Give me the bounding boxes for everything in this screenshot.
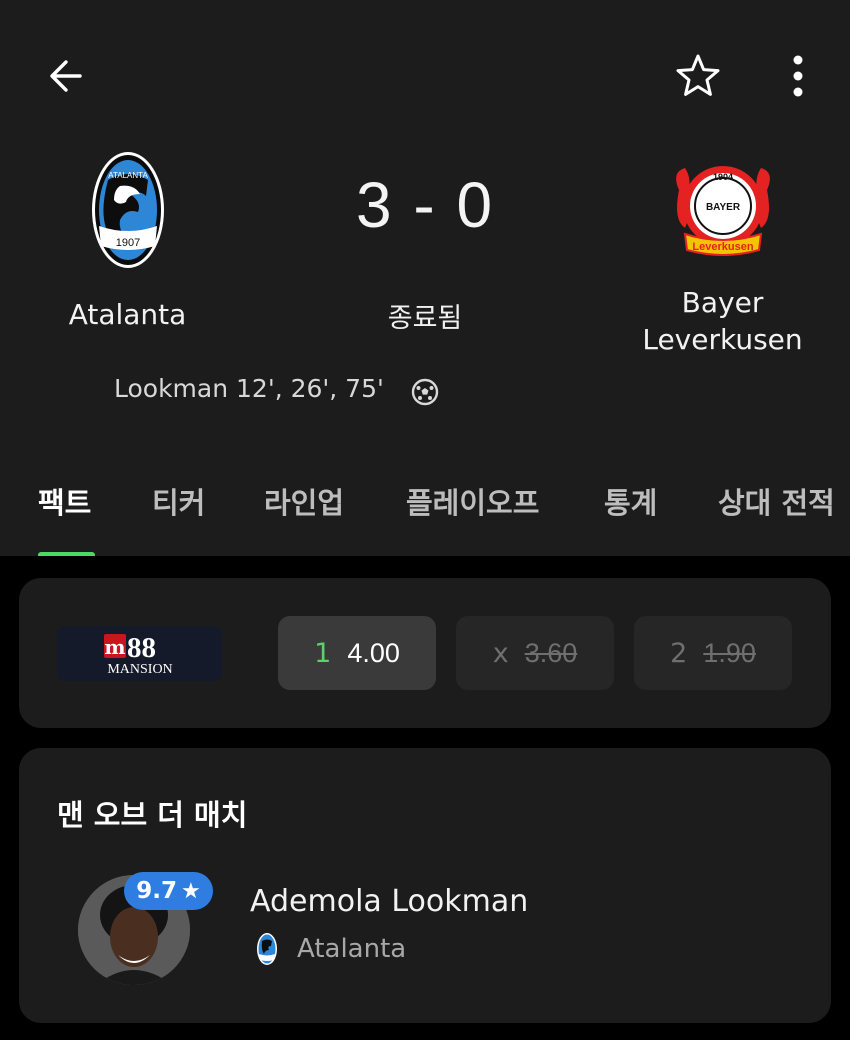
provider-number: 88 — [127, 632, 156, 664]
more-vertical-icon — [793, 55, 803, 97]
more-options-button[interactable] — [772, 50, 824, 102]
atalanta-crest-icon: ATALANTA 1907 — [91, 152, 164, 268]
match-header: ATALANTA 1907 Atalanta 3 - 0 종료됨 1904 BA… — [0, 0, 850, 556]
odds-value: 4.00 — [347, 637, 400, 668]
odds-draw[interactable]: x 3.60 — [456, 616, 614, 690]
leverkusen-crest-icon: 1904 BAYER Leverkusen — [675, 166, 770, 256]
atalanta-crest-name: ATALANTA — [108, 171, 148, 180]
atalanta-small-crest-icon — [257, 933, 277, 965]
match-score: 3 - 0 — [355, 169, 495, 241]
tab-lineup[interactable]: 라인업 — [264, 480, 344, 522]
odds-label: 2 — [670, 637, 688, 669]
star-outline-icon — [676, 54, 720, 96]
odds-away-win[interactable]: 2 1.90 — [634, 616, 792, 690]
player-rating-badge: 9.7 ★ — [124, 872, 213, 910]
back-button[interactable] — [40, 52, 92, 100]
home-team[interactable]: ATALANTA 1907 Atalanta — [30, 150, 225, 333]
tab-ticker[interactable]: 티커 — [152, 480, 205, 522]
man-of-the-match-card[interactable]: 맨 오브 더 매치 9.7 ★ Ademola Lookman Atalanta — [19, 748, 831, 1023]
odds-value: 3.60 — [524, 637, 578, 668]
betting-provider-logo[interactable]: m 88 MANSION — [57, 626, 222, 681]
odds-value: 1.90 — [703, 637, 756, 668]
tab-head-to-head[interactable]: 상대 전적 — [718, 480, 835, 522]
favorite-button[interactable] — [672, 50, 724, 102]
motm-title: 맨 오브 더 매치 — [57, 798, 248, 832]
away-team-name-line2: Leverkusen — [642, 323, 803, 356]
odds-label: x — [492, 637, 509, 669]
active-tab-indicator — [38, 552, 95, 556]
svg-text:m: m — [104, 635, 125, 659]
home-scorers: Lookman 12', 26', 75' — [114, 374, 384, 403]
home-team-name: Atalanta — [68, 298, 187, 331]
player-rating: 9.7 — [136, 878, 177, 904]
tab-stats[interactable]: 통계 — [604, 480, 657, 522]
odds-home-win[interactable]: 1 4.00 — [278, 616, 436, 690]
tab-facts[interactable]: 팩트 — [38, 480, 91, 522]
odds-label: 1 — [314, 637, 332, 669]
leverkusen-crest-name: BAYER — [705, 202, 740, 213]
match-tabs: 팩트 티커 라인업 플레이오프 통계 상대 전적 — [0, 476, 850, 556]
provider-subtitle: MANSION — [107, 662, 172, 677]
soccer-ball-icon — [411, 378, 439, 406]
player-name: Ademola Lookman — [250, 884, 529, 919]
player-team-name: Atalanta — [297, 934, 407, 964]
leverkusen-crest-banner: Leverkusen — [692, 241, 753, 253]
rating-star-icon: ★ — [181, 878, 201, 904]
odds-card: m 88 MANSION 1 4.00 x 3.60 2 1.90 — [19, 578, 831, 728]
away-team-name-line1: Bayer — [681, 286, 764, 319]
back-arrow-icon — [50, 60, 82, 92]
away-team[interactable]: 1904 BAYER Leverkusen Bayer Leverkusen — [620, 150, 825, 358]
leverkusen-crest-year: 1904 — [712, 172, 732, 182]
tab-playoff[interactable]: 플레이오프 — [406, 480, 539, 522]
away-team-name: Bayer Leverkusen — [620, 284, 825, 358]
atalanta-crest-year: 1907 — [115, 237, 139, 249]
match-status: 종료됨 — [387, 303, 463, 334]
